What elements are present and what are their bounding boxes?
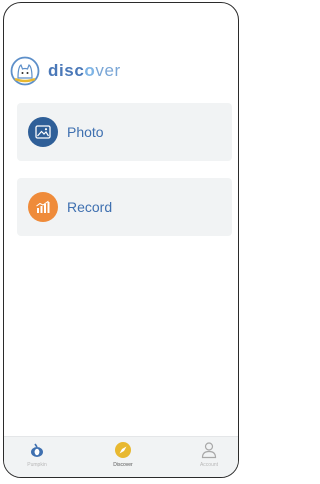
brand-suffix: ver bbox=[95, 61, 121, 80]
cat-logo-icon bbox=[10, 56, 40, 86]
tab-pumpkin[interactable]: Pumpkin bbox=[7, 441, 67, 468]
record-card[interactable]: Record bbox=[17, 178, 232, 236]
app-header: discover bbox=[10, 55, 121, 87]
pumpkin-icon bbox=[31, 443, 43, 457]
record-badge bbox=[28, 192, 58, 222]
tab-account[interactable]: Account bbox=[179, 441, 238, 468]
photo-card[interactable]: Photo bbox=[17, 103, 232, 161]
brand-o: o bbox=[84, 61, 96, 80]
chart-icon bbox=[36, 200, 50, 213]
brand-prefix: disc bbox=[48, 61, 85, 80]
record-label: Record bbox=[67, 199, 113, 215]
person-icon bbox=[201, 442, 217, 459]
image-icon bbox=[35, 125, 51, 139]
bottom-tab-bar: Pumpkin Discover Account bbox=[4, 436, 238, 477]
compass-icon bbox=[115, 442, 131, 458]
tab-discover-label: Discover bbox=[113, 462, 133, 468]
tab-discover[interactable]: Discover bbox=[93, 441, 153, 468]
tab-account-label: Account bbox=[199, 462, 219, 468]
brand-name: discover bbox=[48, 61, 121, 81]
phone-frame: discover Photo Record Pumpkin Discover A… bbox=[3, 2, 239, 478]
photo-label: Photo bbox=[67, 124, 104, 140]
tab-pumpkin-label: Pumpkin bbox=[27, 462, 47, 468]
photo-badge bbox=[28, 117, 58, 147]
